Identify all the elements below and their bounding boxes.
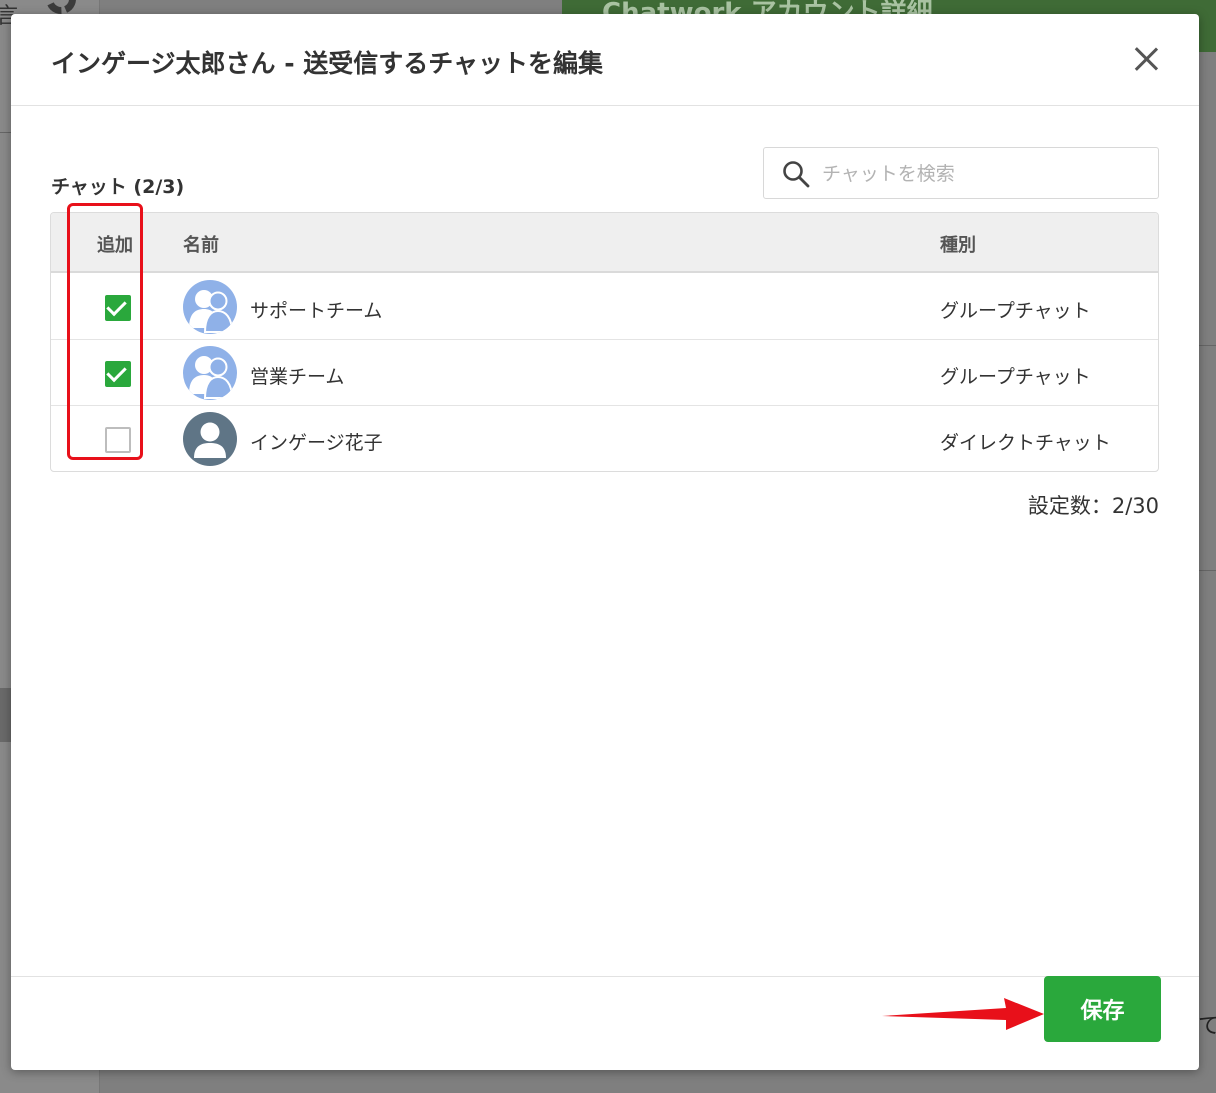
search-input[interactable] <box>822 158 1142 190</box>
search-icon <box>783 161 810 188</box>
add-checkbox[interactable] <box>105 295 131 321</box>
chat-name: サポートチーム <box>250 300 383 322</box>
group-avatar-icon <box>183 346 237 400</box>
table-row: 営業チーム グループチャット <box>51 340 1158 406</box>
add-checkbox[interactable] <box>105 361 131 387</box>
chat-type: ダイレクトチャット <box>940 432 1111 454</box>
column-header-type: 種別 <box>940 235 976 256</box>
background-divider <box>0 132 11 133</box>
search-box <box>763 147 1159 199</box>
setting-count: 設定数：2/30 <box>1027 494 1159 518</box>
close-icon[interactable] <box>1129 42 1163 76</box>
table-row: インゲージ花子 ダイレクトチャット <box>51 406 1158 471</box>
chat-type: グループチャット <box>940 366 1091 388</box>
chat-type: グループチャット <box>940 300 1091 322</box>
background-bar <box>0 688 11 742</box>
group-avatar-icon <box>183 280 237 334</box>
chat-section-label: チャット (2/3) <box>51 176 185 198</box>
table-header: 追加 名前 種別 <box>51 213 1158 273</box>
arrow-annotation-icon <box>882 998 1044 1030</box>
column-header-name: 名前 <box>183 235 219 256</box>
table-row: サポートチーム グループチャット <box>51 274 1158 340</box>
chat-table: 追加 名前 種別 サポートチーム グループチャット 営業チーム グループチャット… <box>50 212 1159 472</box>
chat-name: 営業チーム <box>250 366 345 388</box>
edit-chats-modal: インゲージ太郎さん - 送受信するチャットを編集 チャット (2/3) 追加 名… <box>11 14 1199 1070</box>
add-checkbox[interactable] <box>105 427 131 453</box>
column-header-add: 追加 <box>97 235 133 256</box>
user-avatar-icon <box>183 412 237 466</box>
background-divider <box>1198 570 1216 571</box>
save-button[interactable]: 保存 <box>1044 976 1161 1042</box>
modal-title: インゲージ太郎さん - 送受信するチャットを編集 <box>51 49 604 78</box>
modal-header: インゲージ太郎さん - 送受信するチャットを編集 <box>11 14 1199 106</box>
background-right-text: て <box>1198 1014 1216 1039</box>
background-divider <box>1198 345 1216 346</box>
chat-name: インゲージ花子 <box>250 432 383 454</box>
